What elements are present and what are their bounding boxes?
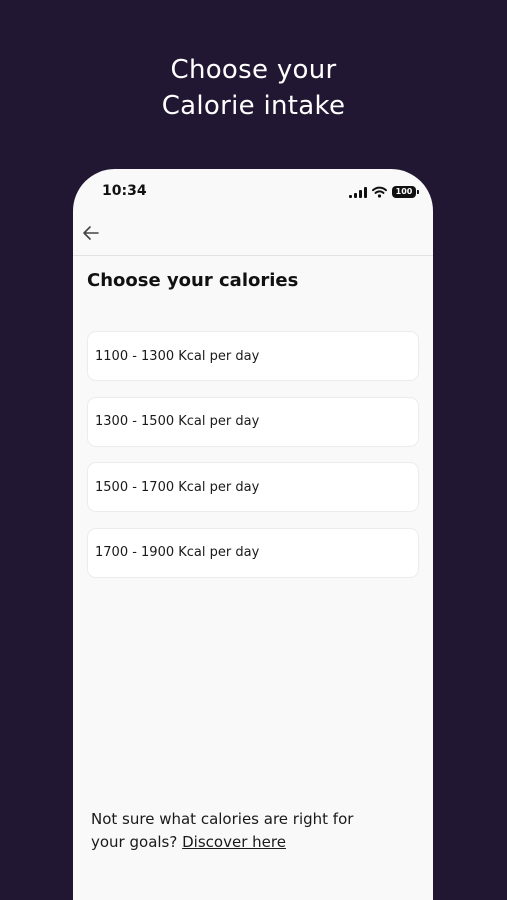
promo-page: Choose your Calorie intake 10:34 100 Cho… bbox=[0, 0, 507, 900]
nav-bar bbox=[73, 215, 433, 256]
status-bar: 10:34 100 bbox=[73, 169, 433, 215]
calorie-option-1700-1900[interactable]: 1700 - 1900 Kcal per day bbox=[87, 527, 419, 578]
screen-title: Choose your calories bbox=[87, 270, 299, 291]
status-time: 10:34 bbox=[102, 183, 147, 199]
battery-icon: 100 bbox=[392, 186, 419, 198]
status-icons: 100 bbox=[349, 183, 419, 202]
promo-headline: Choose your Calorie intake bbox=[0, 52, 507, 124]
phone-mockup: 10:34 100 Choose your calories 1100 - 13… bbox=[73, 169, 433, 900]
calorie-option-1100-1300[interactable]: 1100 - 1300 Kcal per day bbox=[87, 331, 419, 381]
help-text: Not sure what calories are right for you… bbox=[91, 808, 391, 854]
discover-here-link[interactable]: Discover here bbox=[182, 833, 286, 851]
calorie-option-1500-1700[interactable]: 1500 - 1700 Kcal per day bbox=[87, 462, 419, 512]
arrow-left-icon bbox=[83, 226, 99, 240]
headline-line-2: Calorie intake bbox=[161, 91, 346, 121]
back-button[interactable] bbox=[79, 221, 103, 245]
wifi-icon bbox=[372, 183, 387, 202]
calorie-option-1300-1500[interactable]: 1300 - 1500 Kcal per day bbox=[87, 396, 419, 447]
headline-line-1: Choose your bbox=[170, 55, 337, 85]
signal-icon bbox=[349, 186, 367, 198]
calorie-option-list: 1100 - 1300 Kcal per day 1300 - 1500 Kca… bbox=[87, 331, 419, 593]
